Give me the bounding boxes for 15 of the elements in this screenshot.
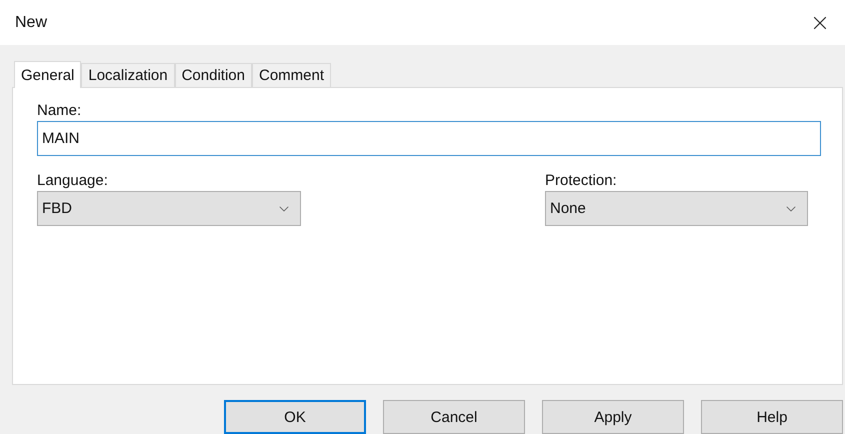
dialog-button[interactable]: Cancel <box>383 400 525 434</box>
field-label: Protection: <box>545 172 618 189</box>
dialog-button[interactable]: OK <box>224 400 366 434</box>
tab[interactable]: Localization <box>81 63 175 87</box>
field-label: Language: <box>37 172 109 189</box>
language-dropdown[interactable]: FBD <box>37 191 301 226</box>
dialog-button[interactable]: Apply <box>542 400 684 434</box>
dialog-button[interactable]: Help <box>701 400 843 434</box>
protection-dropdown[interactable]: None <box>545 191 808 226</box>
field-label: Name: <box>37 102 82 119</box>
name-field[interactable]: MAIN <box>37 121 821 156</box>
tab[interactable]: Comment <box>252 63 332 87</box>
window-title: New <box>15 14 48 32</box>
tab[interactable]: Condition <box>174 63 252 87</box>
tab[interactable]: General <box>14 61 82 88</box>
